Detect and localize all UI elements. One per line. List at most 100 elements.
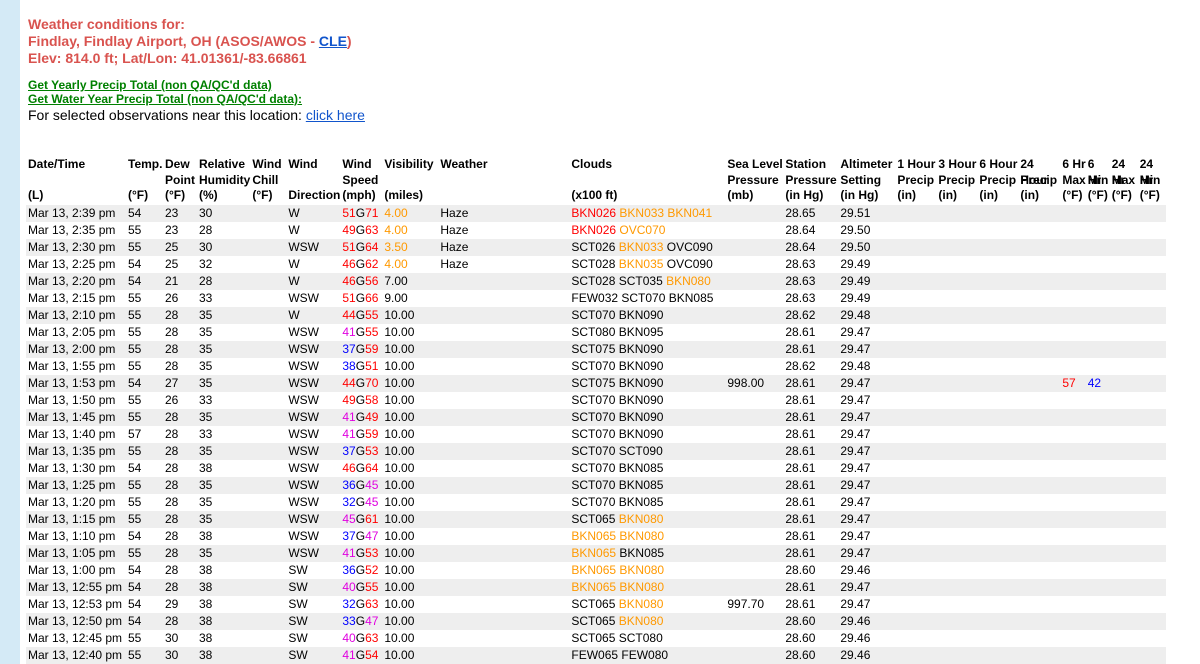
- cell-vis: 10.00: [382, 425, 439, 443]
- cell-chill: [250, 238, 287, 256]
- click-here-link[interactable]: click here: [306, 107, 365, 123]
- cell-p24: [1018, 459, 1061, 477]
- cell-chill: [250, 578, 287, 596]
- cell-p24: [1018, 323, 1061, 341]
- cell-max6: [1060, 289, 1086, 307]
- cell-vis: 10.00: [382, 442, 439, 460]
- cell-min6: [1085, 561, 1110, 579]
- cle-link[interactable]: CLE: [319, 33, 347, 49]
- cell-dew: 25: [163, 255, 197, 273]
- cell-p24: [1018, 578, 1061, 596]
- cell-stn: 28.65: [783, 204, 839, 222]
- cell-min24: [1137, 408, 1166, 426]
- cell-time: Mar 13, 1:25 pm: [26, 476, 126, 494]
- cell-vis: 10.00: [382, 527, 439, 545]
- cell-slp: [725, 629, 784, 647]
- cell-temp: 55: [126, 629, 163, 647]
- cell-max24: [1109, 612, 1138, 630]
- cell-min6: [1085, 527, 1110, 545]
- cell-slp: [725, 459, 784, 477]
- cell-max6: [1060, 544, 1086, 562]
- table-body: Mar 13, 2:39 pm 54 23 30 W 51G71 4.00 Haze BKN02…: [26, 204, 1166, 664]
- column-header: 6 Hr Min (°F): [1087, 157, 1109, 202]
- cell-chill: [250, 306, 287, 324]
- cell-dir: W: [286, 221, 341, 239]
- column-header: Dew Point (°F): [165, 157, 195, 202]
- table-row: Mar 13, 2:05 pm 55 28 35 WSW 41G55 10.00 SCT080…: [26, 323, 1166, 341]
- cell-temp: 57: [126, 425, 163, 443]
- cell-stn: 28.61: [783, 493, 839, 511]
- cell-p6: [977, 629, 1019, 647]
- cell-dew: 28: [163, 476, 197, 494]
- cell-temp: 55: [126, 221, 163, 239]
- cell-wx: [438, 323, 570, 341]
- cell-p6: [977, 476, 1019, 494]
- cell-stn: 28.61: [783, 323, 839, 341]
- cell-temp: 55: [126, 289, 163, 307]
- cell-stn: 28.60: [783, 646, 839, 664]
- table-row: Mar 13, 2:00 pm 55 28 35 WSW 37G59 10.00 SCT075…: [26, 340, 1166, 358]
- cell-dew: 28: [163, 544, 197, 562]
- cell-alt: 29.47: [838, 595, 896, 613]
- table-row: Mar 13, 2:20 pm 54 21 28 W 46G56 7.00 SCT028 SC…: [26, 272, 1166, 290]
- cell-dir: WSW: [286, 493, 341, 511]
- cell-p6: [977, 391, 1019, 409]
- cell-p24: [1018, 408, 1061, 426]
- cell-dew: 28: [163, 561, 197, 579]
- cell-dew: 27: [163, 374, 197, 392]
- cell-temp: 55: [126, 340, 163, 358]
- cell-time: Mar 13, 1:05 pm: [26, 544, 126, 562]
- cell-min24: [1137, 323, 1166, 341]
- cell-p3: [936, 510, 978, 528]
- cell-min24: [1137, 527, 1166, 545]
- cell-min24: [1137, 476, 1166, 494]
- cell-min6: [1085, 289, 1110, 307]
- cell-temp: 55: [126, 238, 163, 256]
- cell-min24: [1137, 272, 1166, 290]
- cell-max6: [1060, 272, 1086, 290]
- cell-temp: 54: [126, 459, 163, 477]
- cell-clouds: SCT026 BKN033 OVC090: [569, 238, 726, 256]
- cell-max24: [1109, 357, 1138, 375]
- cell-min6: [1085, 612, 1110, 630]
- cell-wx: [438, 272, 570, 290]
- cell-alt: 29.47: [838, 340, 896, 358]
- cell-min24: [1137, 374, 1166, 392]
- cell-wind: 41G55: [340, 323, 383, 341]
- cell-chill: [250, 374, 287, 392]
- cell-temp: 54: [126, 612, 163, 630]
- water-year-precip-link[interactable]: Get Water Year Precip Total (non QA/QC'd…: [28, 92, 302, 106]
- cell-max6: [1060, 561, 1086, 579]
- cell-max6: [1060, 340, 1086, 358]
- cell-p3: [936, 595, 978, 613]
- cell-min6: [1085, 493, 1110, 511]
- yearly-precip-link[interactable]: Get Yearly Precip Total (non QA/QC'd dat…: [28, 78, 302, 92]
- cell-time: Mar 13, 1:15 pm: [26, 510, 126, 528]
- cell-alt: 29.47: [838, 374, 896, 392]
- cell-p3: [936, 527, 978, 545]
- cell-dir: WSW: [286, 238, 341, 256]
- cell-p1: [895, 442, 937, 460]
- cell-p24: [1018, 493, 1061, 511]
- cell-p1: [895, 408, 937, 426]
- cell-stn: 28.61: [783, 510, 839, 528]
- cell-p24: [1018, 425, 1061, 443]
- cell-p6: [977, 255, 1019, 273]
- cell-clouds: SCT070 BKN090: [569, 306, 726, 324]
- cell-min24: [1137, 289, 1166, 307]
- table-row: Mar 13, 1:20 pm 55 28 35 WSW 32G45 10.00 SCT070…: [26, 493, 1166, 511]
- cell-wind: 33G47: [340, 612, 383, 630]
- cell-clouds: SCT070 BKN090: [569, 391, 726, 409]
- cell-p1: [895, 476, 937, 494]
- cell-p6: [977, 510, 1019, 528]
- table-row: Mar 13, 1:15 pm 55 28 35 WSW 45G61 10.00 SCT065…: [26, 510, 1166, 528]
- cell-alt: 29.47: [838, 323, 896, 341]
- cell-slp: [725, 493, 784, 511]
- cell-time: Mar 13, 2:35 pm: [26, 221, 126, 239]
- cell-dir: WSW: [286, 527, 341, 545]
- cell-temp: 55: [126, 476, 163, 494]
- cell-min24: [1137, 340, 1166, 358]
- cell-slp: [725, 272, 784, 290]
- cell-dir: WSW: [286, 425, 341, 443]
- cell-rh: 38: [197, 646, 251, 664]
